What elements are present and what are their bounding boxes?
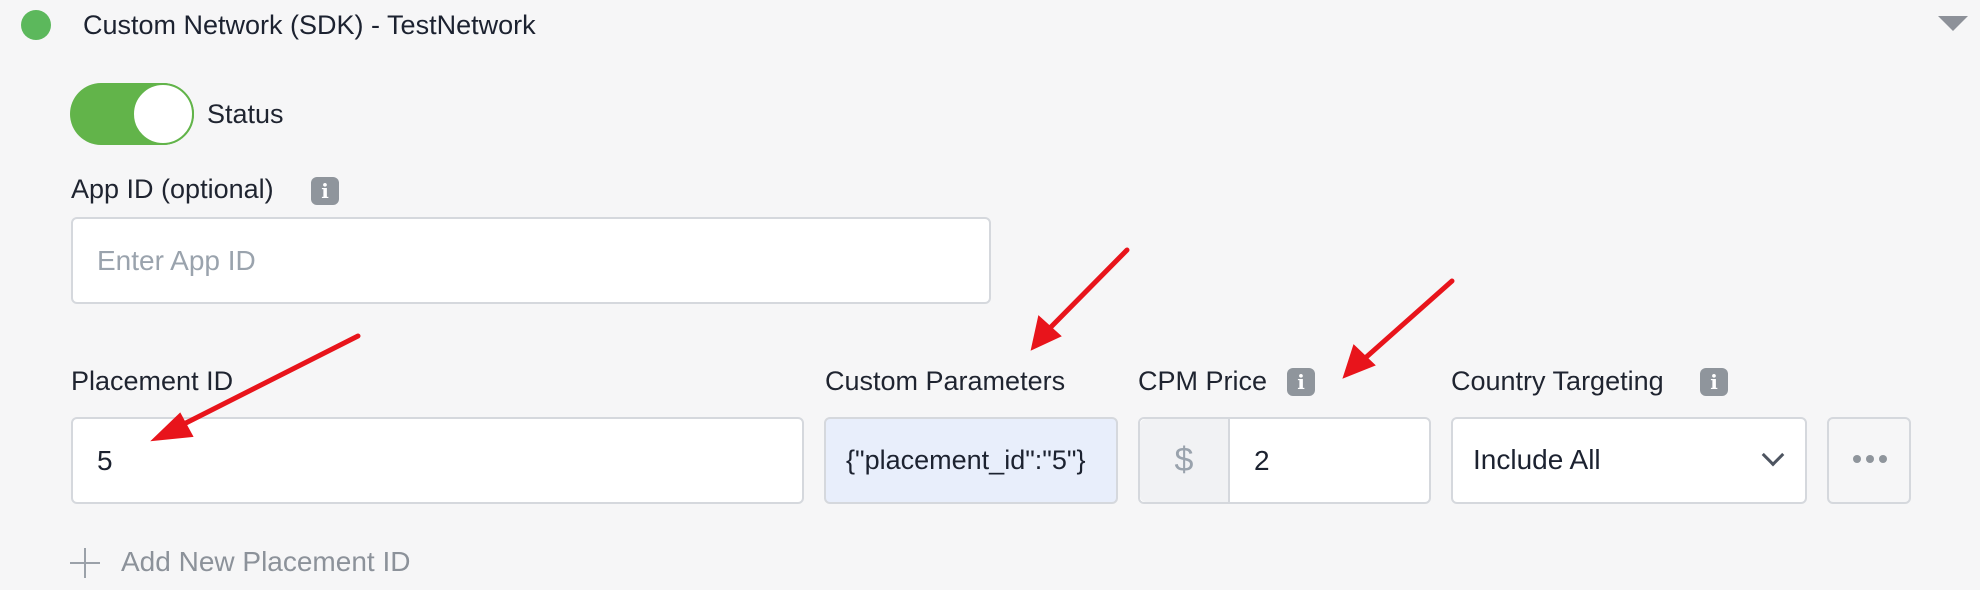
currency-symbol: $: [1140, 419, 1230, 502]
placement-id-input[interactable]: [73, 419, 802, 502]
status-label: Status: [207, 99, 284, 129]
cpm-price-field[interactable]: $: [1138, 417, 1431, 504]
custom-parameters-field[interactable]: [824, 417, 1118, 504]
chevron-down-icon: [1761, 443, 1785, 467]
country-targeting-label: Country Targeting: [1451, 366, 1664, 396]
custom-parameters-input[interactable]: [826, 419, 1116, 502]
app-id-info-icon[interactable]: i: [311, 177, 339, 205]
more-options-button[interactable]: [1827, 417, 1911, 504]
country-targeting-info-icon[interactable]: i: [1700, 368, 1728, 396]
country-targeting-select[interactable]: Include All: [1451, 417, 1807, 504]
cpm-price-input[interactable]: [1230, 419, 1429, 502]
plus-icon[interactable]: [70, 548, 100, 578]
annotation-arrow-custom-params: [1045, 247, 1130, 333]
add-placement-button[interactable]: Add New Placement ID: [121, 545, 410, 579]
app-id-input[interactable]: [73, 219, 989, 302]
more-horizontal-icon: [1853, 455, 1887, 463]
toggle-knob: [132, 83, 194, 145]
network-config-panel: Custom Network (SDK) - TestNetwork Statu…: [0, 0, 1980, 590]
cpm-price-info-icon[interactable]: i: [1287, 368, 1315, 396]
annotation-arrow-cpm: [1360, 278, 1455, 363]
custom-parameters-label: Custom Parameters: [825, 366, 1066, 396]
collapse-caret-icon[interactable]: [1938, 16, 1968, 31]
country-targeting-value: Include All: [1473, 444, 1601, 475]
network-title: Custom Network (SDK) - TestNetwork: [83, 10, 536, 40]
app-id-label: App ID (optional): [71, 174, 274, 204]
status-toggle[interactable]: [70, 83, 194, 145]
cpm-price-label: CPM Price: [1138, 366, 1268, 396]
app-id-field[interactable]: [71, 217, 991, 304]
placement-id-label: Placement ID: [71, 366, 234, 396]
placement-id-field[interactable]: [71, 417, 804, 504]
network-status-dot: [21, 10, 51, 40]
